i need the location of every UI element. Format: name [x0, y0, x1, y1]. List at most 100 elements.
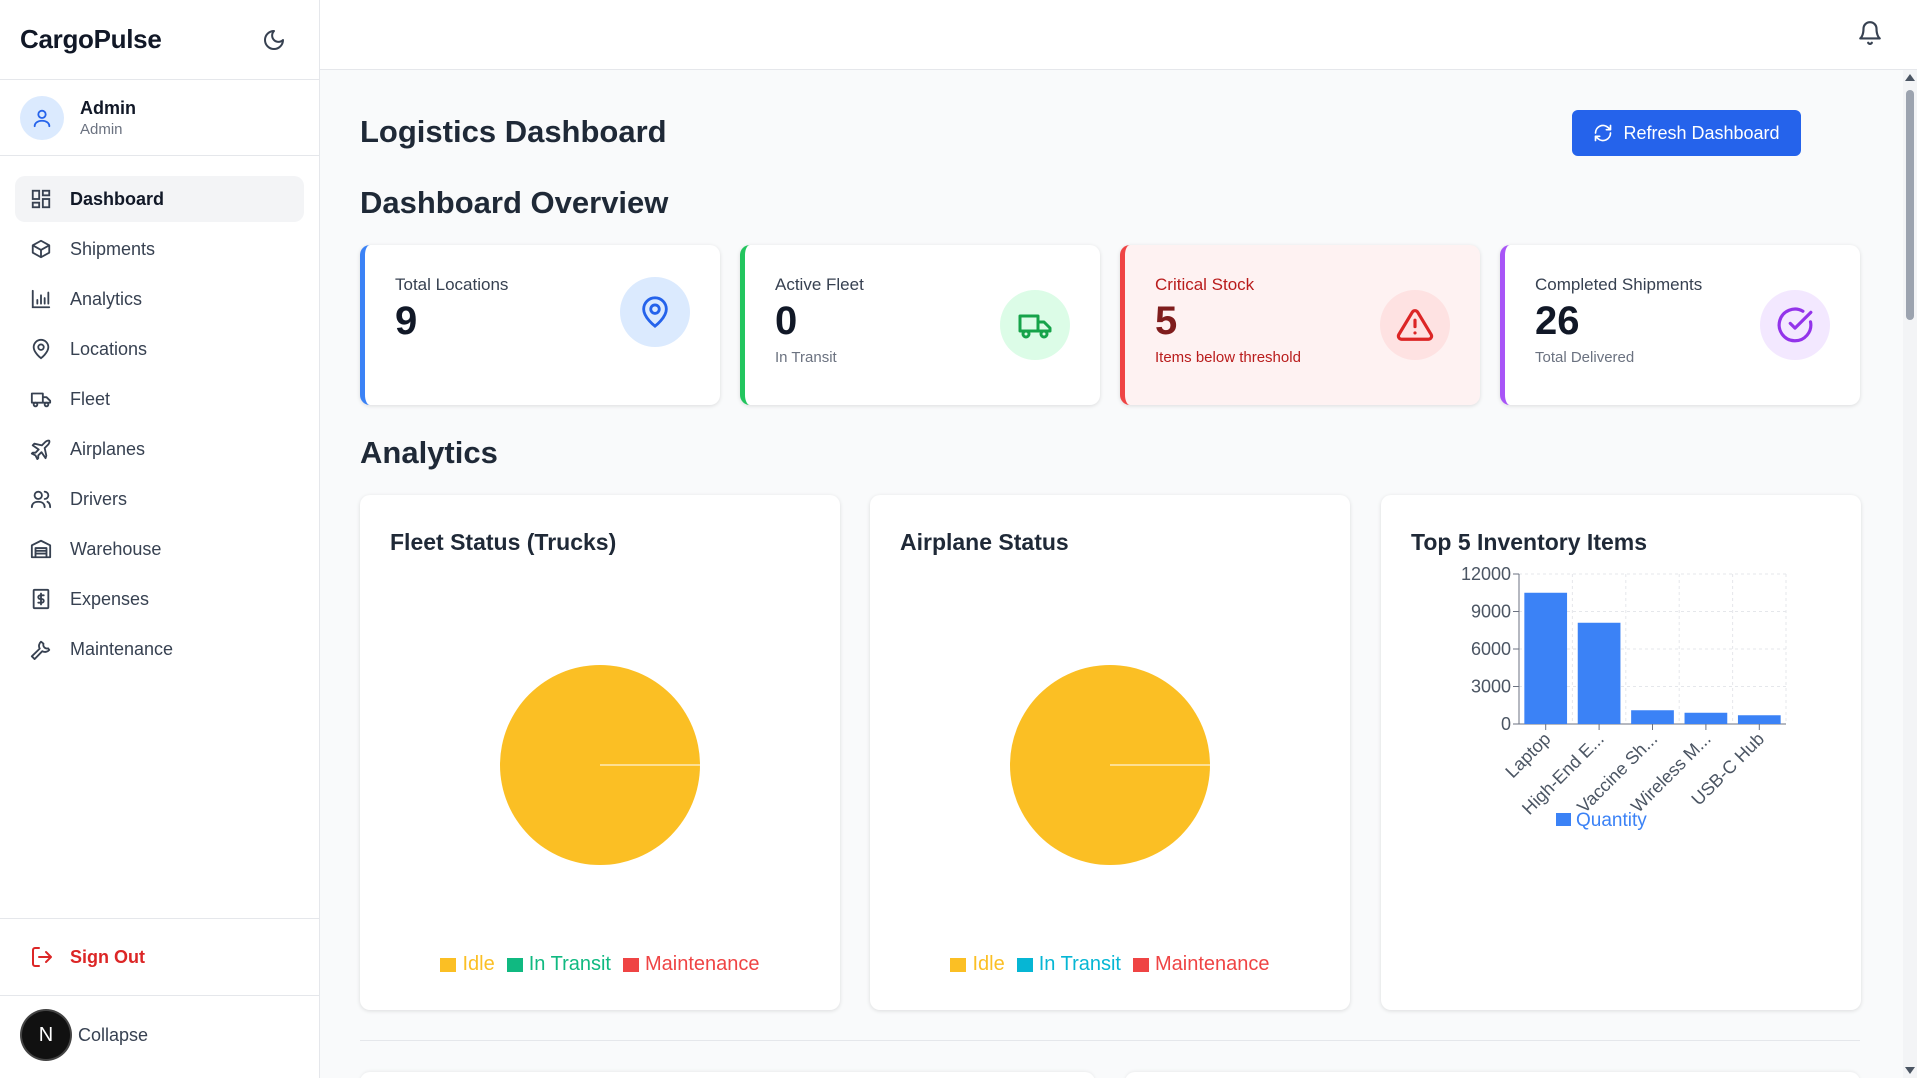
map-pin-icon [32, 338, 50, 360]
bar[interactable] [1524, 592, 1568, 724]
user-role: Admin [80, 120, 123, 138]
legend-label: Maintenance [1154, 953, 1270, 975]
avatar [20, 95, 64, 140]
legend-label: Maintenance [644, 953, 760, 975]
legend-swatch [1016, 957, 1033, 972]
legend-item[interactable]: Idle [440, 953, 495, 976]
user-profile[interactable]: Admin Admin [0, 80, 319, 156]
sidebar-item-airplanes[interactable]: Airplanes [15, 426, 304, 472]
sidebar-item-label: Analytics [70, 288, 143, 309]
refresh-dashboard-button[interactable]: Refresh Dashboard [1572, 110, 1801, 156]
sidebar-item-shipments[interactable]: Shipments [15, 226, 304, 272]
airplane-status-panel: Airplane Status Idle In Transit Maintenanc… [870, 495, 1350, 1010]
sign-out-label: Sign Out [70, 946, 145, 967]
page-title: Logistics Dashboard [360, 114, 667, 149]
scrollbar[interactable] [1903, 70, 1917, 1078]
airplane-status-pie-chart[interactable] [870, 495, 1350, 1010]
sidebar-item-label: Dashboard [70, 188, 165, 209]
inventory-bar-chart[interactable]: 030006000900012000LaptopHigh-End E...Vac… [1381, 495, 1861, 1010]
legend-swatch [950, 957, 967, 972]
notifications-button[interactable] [1857, 20, 1887, 50]
legend-label: In Transit [528, 953, 611, 975]
dashboard-grid-icon [31, 189, 51, 209]
section-divider [360, 1040, 1860, 1041]
sidebar-item-maintenance[interactable]: Maintenance [15, 626, 304, 672]
refresh-icon [1595, 124, 1612, 142]
sidebar-nav: Dashboard Shipments Analytics Locations … [0, 156, 319, 696]
sidebar-item-dashboard[interactable]: Dashboard [15, 176, 304, 222]
sign-out-button[interactable]: Sign Out [0, 918, 320, 996]
check-circle-icon [1777, 307, 1813, 343]
legend-item[interactable]: Quantity [1556, 810, 1647, 831]
sidebar-item-fleet[interactable]: Fleet [15, 376, 304, 422]
stat-card-active-fleet[interactable]: Active Fleet 0 In Transit [740, 245, 1100, 405]
y-tick-label: 9000 [1471, 602, 1511, 622]
theme-toggle-button[interactable] [259, 25, 289, 55]
bottom-card-right [1125, 1072, 1860, 1078]
collapse-button[interactable]: N Collapse [0, 1005, 320, 1065]
legend-label: Idle [462, 953, 495, 975]
bar[interactable] [1631, 710, 1674, 724]
users-icon [30, 490, 52, 509]
x-tick-label: Laptop [1501, 729, 1554, 782]
fleet-status-panel: Fleet Status (Trucks) Idle In Transit Main… [360, 495, 840, 1010]
y-tick-label: 3000 [1471, 677, 1511, 697]
stat-icon-wrap [1760, 290, 1830, 360]
refresh-label: Refresh Dashboard [1623, 122, 1780, 143]
sidebar-item-label: Drivers [70, 488, 127, 509]
stat-card-critical-stock[interactable]: Critical Stock 5 Items below threshold [1120, 245, 1480, 405]
sidebar: CargoPulse Admin Admin Dashboard Shipmen… [0, 0, 320, 1078]
bar[interactable] [1737, 715, 1781, 724]
n-badge[interactable]: N [22, 1011, 70, 1059]
collapse-label: Collapse [78, 1024, 149, 1045]
legend-item[interactable]: Maintenance [622, 953, 760, 976]
sidebar-item-label: Airplanes [70, 438, 146, 459]
airplane-icon [30, 439, 51, 460]
legend-label: Idle [972, 953, 1005, 975]
user-icon [33, 109, 51, 127]
brand-row: CargoPulse [0, 0, 319, 80]
sidebar-item-locations[interactable]: Locations [15, 326, 304, 372]
brand-logo[interactable]: CargoPulse [20, 24, 162, 55]
moon-icon [264, 29, 284, 50]
bell-icon [1859, 21, 1881, 45]
stat-card-completed-shipments[interactable]: Completed Shipments 26 Total Delivered [1500, 245, 1860, 405]
legend-swatch [622, 957, 639, 972]
y-tick-label: 12000 [1461, 564, 1511, 584]
legend-swatch [1556, 813, 1571, 826]
bar[interactable] [1684, 712, 1728, 724]
overview-title: Dashboard Overview [360, 185, 669, 220]
scroll-thumb[interactable] [1906, 90, 1914, 320]
sidebar-item-label: Maintenance [70, 638, 174, 659]
sidebar-item-warehouse[interactable]: Warehouse [15, 526, 304, 572]
sidebar-item-analytics[interactable]: Analytics [15, 276, 304, 322]
legend-label: In Transit [1038, 953, 1121, 975]
y-tick-label: 0 [1501, 714, 1511, 734]
bar[interactable] [1577, 622, 1621, 724]
fleet-status-pie-chart[interactable] [360, 495, 840, 1010]
stat-icon-wrap [1380, 290, 1450, 360]
warning-triangle-icon [1396, 309, 1434, 341]
sidebar-item-label: Locations [70, 338, 148, 359]
stat-icon-wrap [620, 277, 690, 347]
truck-icon [30, 392, 52, 408]
scroll-down-arrow[interactable] [1905, 1067, 1915, 1074]
sidebar-item-label: Warehouse [70, 538, 162, 559]
legend-swatch [440, 957, 457, 972]
truck-icon [1018, 314, 1052, 339]
stat-icon-wrap [1000, 290, 1070, 360]
legend-item[interactable]: In Transit [1016, 953, 1121, 976]
legend-swatch [1132, 957, 1149, 972]
legend-item[interactable]: Idle [950, 953, 1005, 976]
box-icon [31, 239, 51, 259]
legend-item[interactable]: Maintenance [1132, 953, 1270, 976]
sidebar-item-expenses[interactable]: Expenses [15, 576, 304, 622]
warehouse-icon [30, 539, 52, 559]
stat-card-total-locations[interactable]: Total Locations 9 [360, 245, 720, 405]
chart-legend: Idle In Transit Maintenance [360, 953, 840, 976]
topbar [320, 0, 1917, 70]
scroll-up-arrow[interactable] [1905, 74, 1915, 81]
legend-item[interactable]: In Transit [506, 953, 611, 976]
sidebar-item-label: Expenses [70, 588, 150, 609]
sidebar-item-drivers[interactable]: Drivers [15, 476, 304, 522]
